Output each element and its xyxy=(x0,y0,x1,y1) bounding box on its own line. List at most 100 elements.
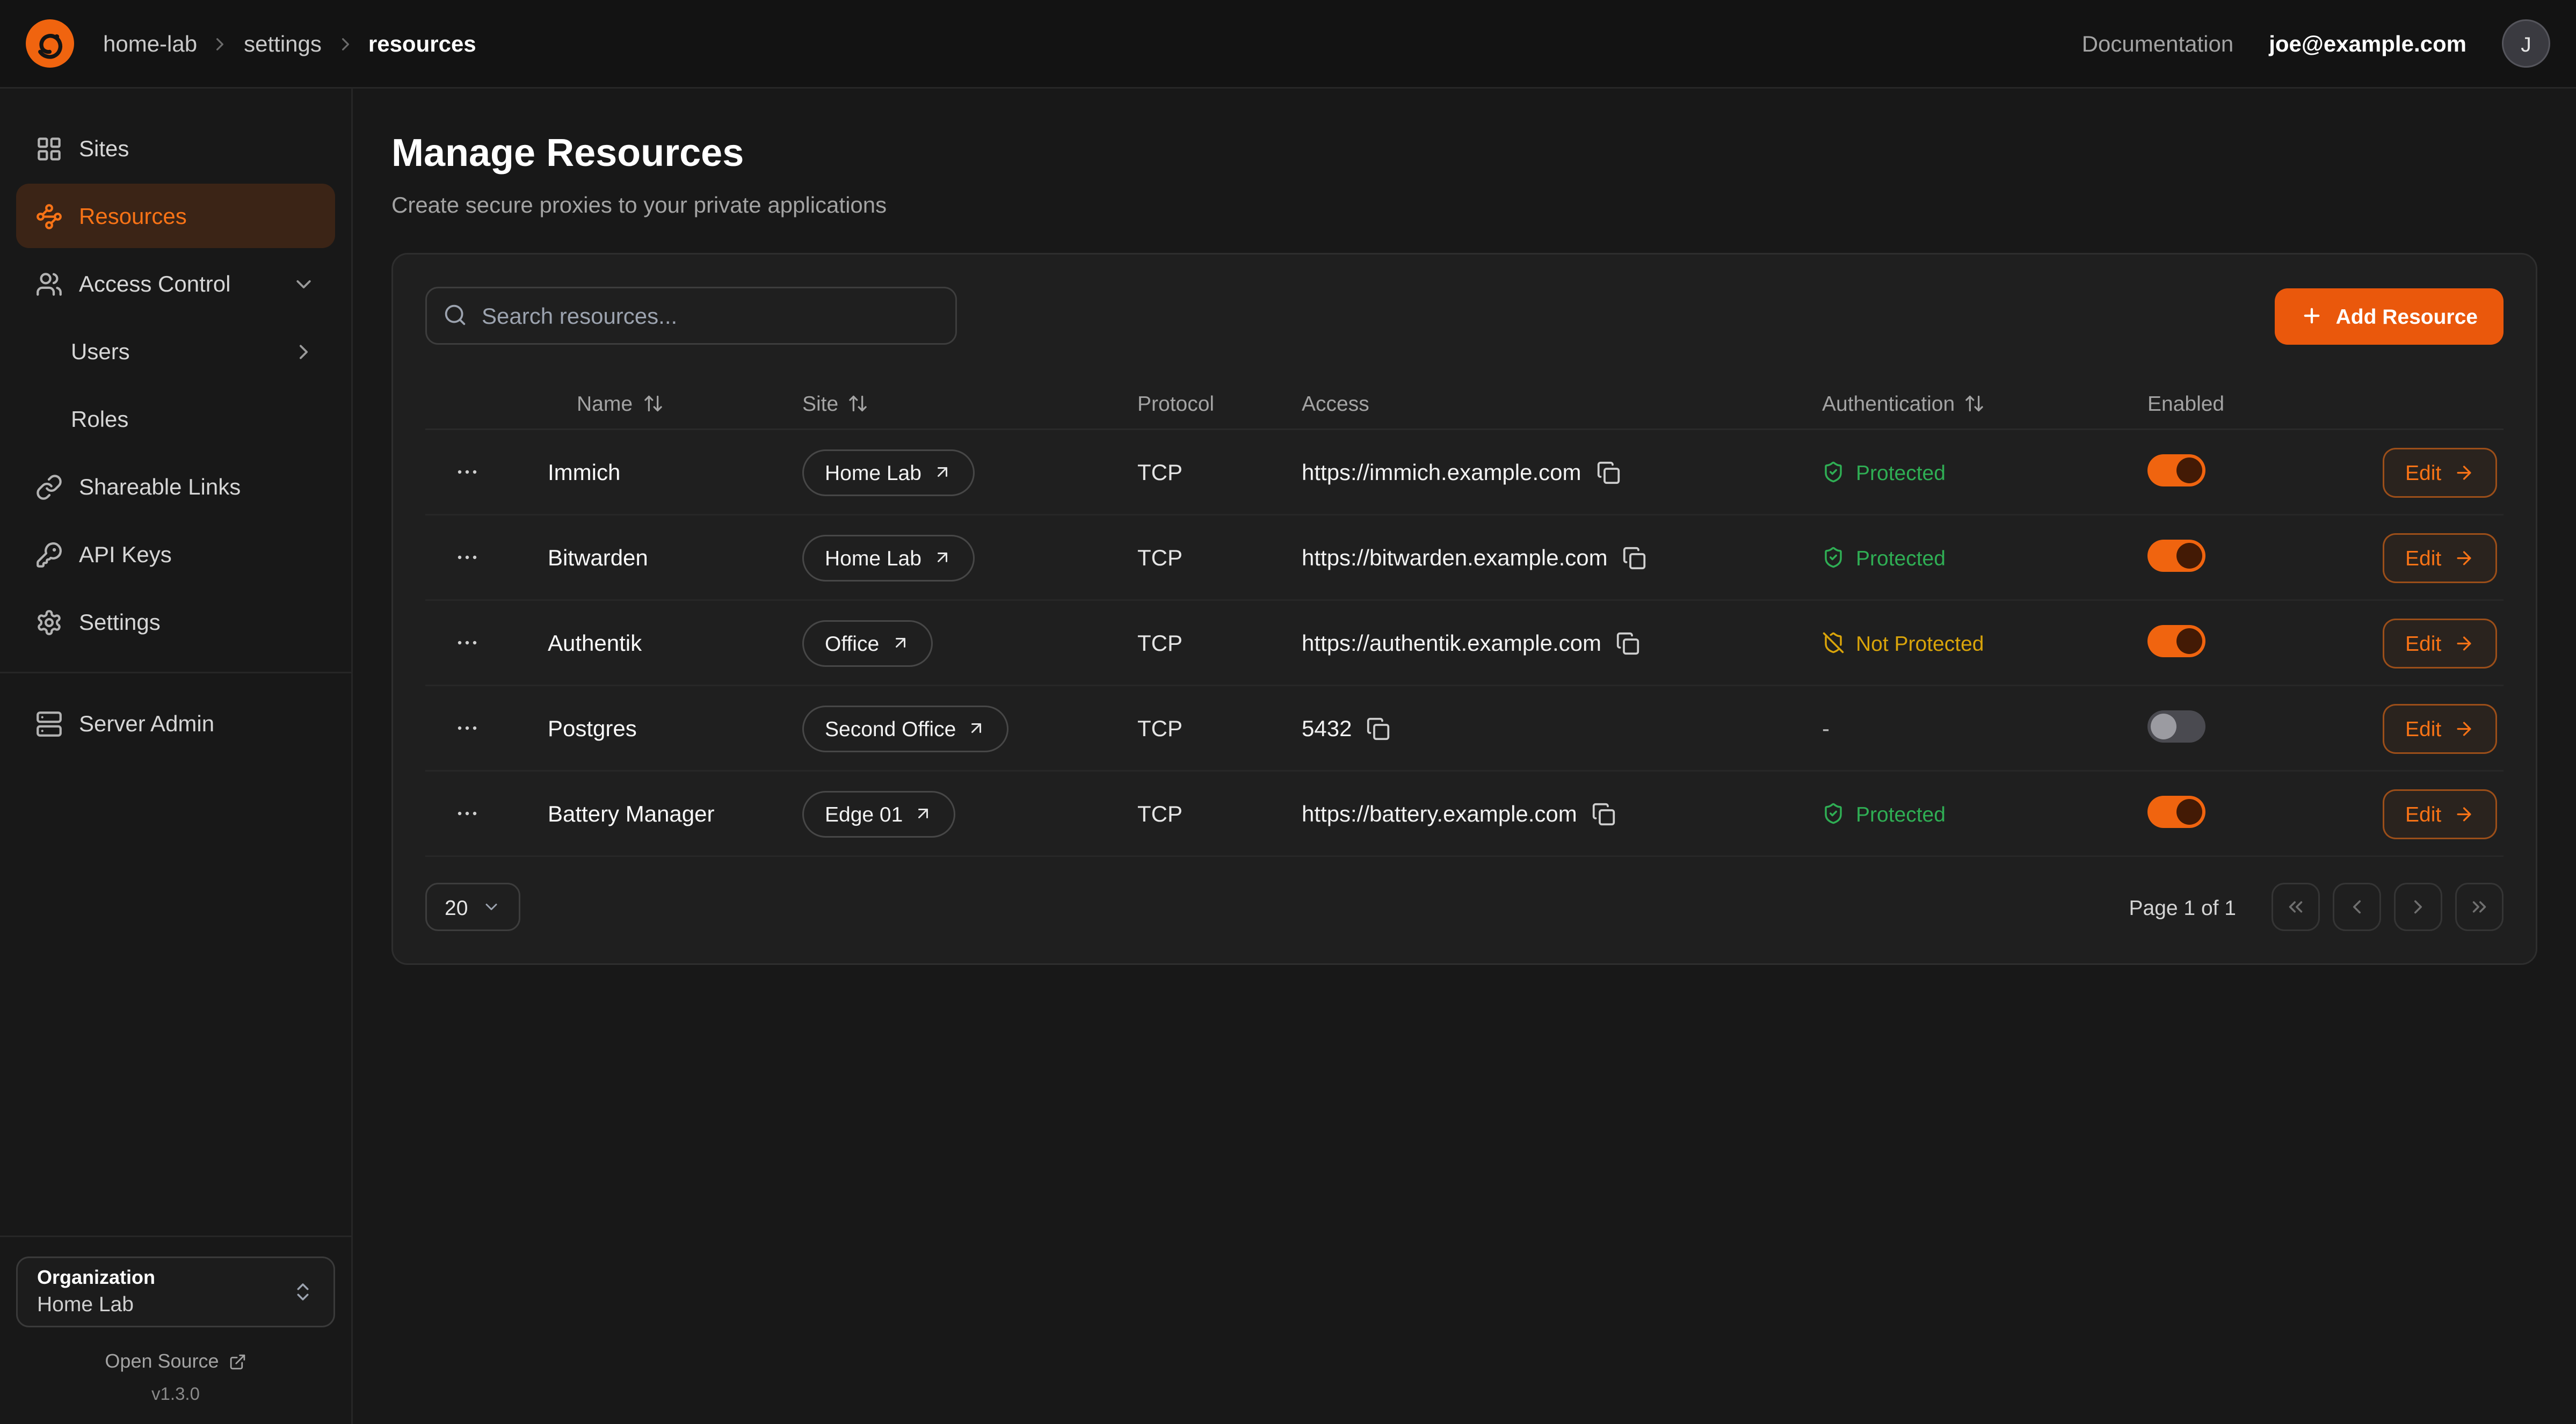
resource-protocol: TCP xyxy=(1137,630,1302,656)
add-resource-button[interactable]: Add Resource xyxy=(2275,288,2504,344)
shield-check-icon xyxy=(1822,802,1845,825)
edit-button[interactable]: Edit xyxy=(2383,618,2498,668)
previous-page-button[interactable] xyxy=(2333,883,2381,931)
site-link[interactable]: Second Office xyxy=(802,705,1009,752)
column-label: Protocol xyxy=(1137,391,1214,415)
site-name: Office xyxy=(825,631,879,655)
search-container xyxy=(425,287,957,345)
sidebar-item-access-control[interactable]: Access Control xyxy=(16,251,335,316)
row-menu-button[interactable] xyxy=(425,544,480,570)
auth-status-label: Not Protected xyxy=(1856,631,1984,655)
copy-icon[interactable] xyxy=(1366,716,1390,740)
auth-status: - xyxy=(1822,715,2147,741)
sidebar-item-settings[interactable]: Settings xyxy=(16,590,335,654)
auth-status-label: Protected xyxy=(1856,802,1946,826)
chevron-down-icon xyxy=(292,272,316,296)
sort-icon xyxy=(642,393,663,413)
enabled-toggle[interactable] xyxy=(2147,454,2205,486)
sidebar-item-api-keys[interactable]: API Keys xyxy=(16,522,335,586)
page-title: Manage Resources xyxy=(391,130,2537,179)
sidebar-item-shareable-links[interactable]: Shareable Links xyxy=(16,454,335,519)
open-source-label: Open Source xyxy=(105,1350,219,1372)
open-source-link[interactable]: Open Source xyxy=(16,1350,335,1372)
resource-name: Battery Manager xyxy=(548,801,802,826)
search-input[interactable] xyxy=(425,287,957,345)
copy-icon[interactable] xyxy=(1616,631,1640,655)
copy-icon[interactable] xyxy=(1596,460,1620,484)
sidebar-item-roles[interactable]: Roles xyxy=(16,387,335,451)
first-page-button[interactable] xyxy=(2272,883,2320,931)
auth-status-label: Protected xyxy=(1856,460,1946,484)
sidebar-item-resources[interactable]: Resources xyxy=(16,184,335,248)
site-link[interactable]: Home Lab xyxy=(802,534,975,581)
enabled-toggle[interactable] xyxy=(2147,539,2205,571)
access-url: https://bitwarden.example.com xyxy=(1302,544,1608,570)
edit-button[interactable]: Edit xyxy=(2383,789,2498,839)
site-link[interactable]: Office xyxy=(802,620,932,666)
column-header-name[interactable]: Name xyxy=(548,391,663,415)
access-url: https://battery.example.com xyxy=(1302,801,1577,826)
organization-selector[interactable]: Organization Home Lab xyxy=(16,1256,335,1327)
next-page-button[interactable] xyxy=(2394,883,2442,931)
page-indicator: Page 1 of 1 xyxy=(2129,895,2237,919)
site-link[interactable]: Edge 01 xyxy=(802,790,956,837)
table-row: Immich Home Lab TCP https://immich.examp… xyxy=(425,430,2504,515)
enabled-toggle[interactable] xyxy=(2147,624,2205,657)
row-menu-button[interactable] xyxy=(425,801,480,826)
copy-icon[interactable] xyxy=(1622,546,1646,570)
app-logo[interactable] xyxy=(26,19,74,68)
access-url: https://immich.example.com xyxy=(1302,459,1581,485)
edit-label: Edit xyxy=(2405,460,2441,484)
column-label: Name xyxy=(577,391,633,415)
site-link[interactable]: Home Lab xyxy=(802,449,975,496)
sidebar-item-label: Sites xyxy=(79,135,129,161)
waypoints-icon xyxy=(35,202,63,230)
row-menu-button[interactable] xyxy=(425,459,480,485)
sidebar: Sites Resources Access Control xyxy=(0,89,353,1424)
auth-status: Protected xyxy=(1822,460,2147,484)
arrow-up-right-icon xyxy=(933,548,952,567)
breadcrumb-org[interactable]: home-lab xyxy=(103,31,197,56)
enabled-toggle[interactable] xyxy=(2147,795,2205,827)
column-label: Access xyxy=(1302,391,1369,415)
resource-protocol: TCP xyxy=(1137,715,1302,741)
page-size-select[interactable]: 20 xyxy=(425,883,521,931)
last-page-button[interactable] xyxy=(2455,883,2504,931)
sidebar-item-users[interactable]: Users xyxy=(16,319,335,383)
breadcrumb-settings[interactable]: settings xyxy=(244,31,322,56)
topbar-right: Documentation joe@example.com J xyxy=(2082,19,2550,68)
row-menu-button[interactable] xyxy=(425,715,480,741)
sidebar-item-sites[interactable]: Sites xyxy=(16,116,335,180)
documentation-link[interactable]: Documentation xyxy=(2082,31,2234,56)
row-menu-button[interactable] xyxy=(425,630,480,656)
shield-off-icon xyxy=(1822,631,1845,654)
sidebar-item-server-admin[interactable]: Server Admin xyxy=(16,691,335,755)
enabled-toggle[interactable] xyxy=(2147,710,2205,742)
avatar[interactable]: J xyxy=(2502,19,2550,68)
arrow-right-icon xyxy=(2454,633,2475,653)
chevron-down-icon xyxy=(482,897,502,917)
sidebar-item-label: Users xyxy=(71,338,130,364)
auth-status: Not Protected xyxy=(1822,631,2147,655)
page-subtitle: Create secure proxies to your private ap… xyxy=(391,188,2537,221)
column-header-site[interactable]: Site xyxy=(802,391,869,415)
table-row: Battery Manager Edge 01 TCP https://batt… xyxy=(425,772,2504,857)
table-header: Name Site Protocol Access Authentication xyxy=(425,377,2504,430)
copy-icon[interactable] xyxy=(1592,802,1616,826)
sidebar-footer: Organization Home Lab Open Source v1.3.0 xyxy=(0,1236,351,1424)
resources-card: Add Resource Name Site xyxy=(391,253,2537,965)
users-icon xyxy=(35,270,63,297)
organization-label: Organization xyxy=(37,1266,292,1290)
breadcrumb: home-lab settings resources xyxy=(103,31,476,56)
site-name: Second Office xyxy=(825,716,956,740)
grid-icon xyxy=(35,135,63,162)
column-header-authentication[interactable]: Authentication xyxy=(1822,391,1985,415)
site-name: Home Lab xyxy=(825,546,921,570)
edit-button[interactable]: Edit xyxy=(2383,447,2498,497)
table-row: Postgres Second Office TCP 5432 - xyxy=(425,686,2504,772)
sidebar-item-label: Shareable Links xyxy=(79,474,241,499)
resource-name: Immich xyxy=(548,459,802,485)
edit-button[interactable]: Edit xyxy=(2383,533,2498,583)
external-link-icon xyxy=(229,1353,246,1370)
edit-button[interactable]: Edit xyxy=(2383,703,2498,753)
